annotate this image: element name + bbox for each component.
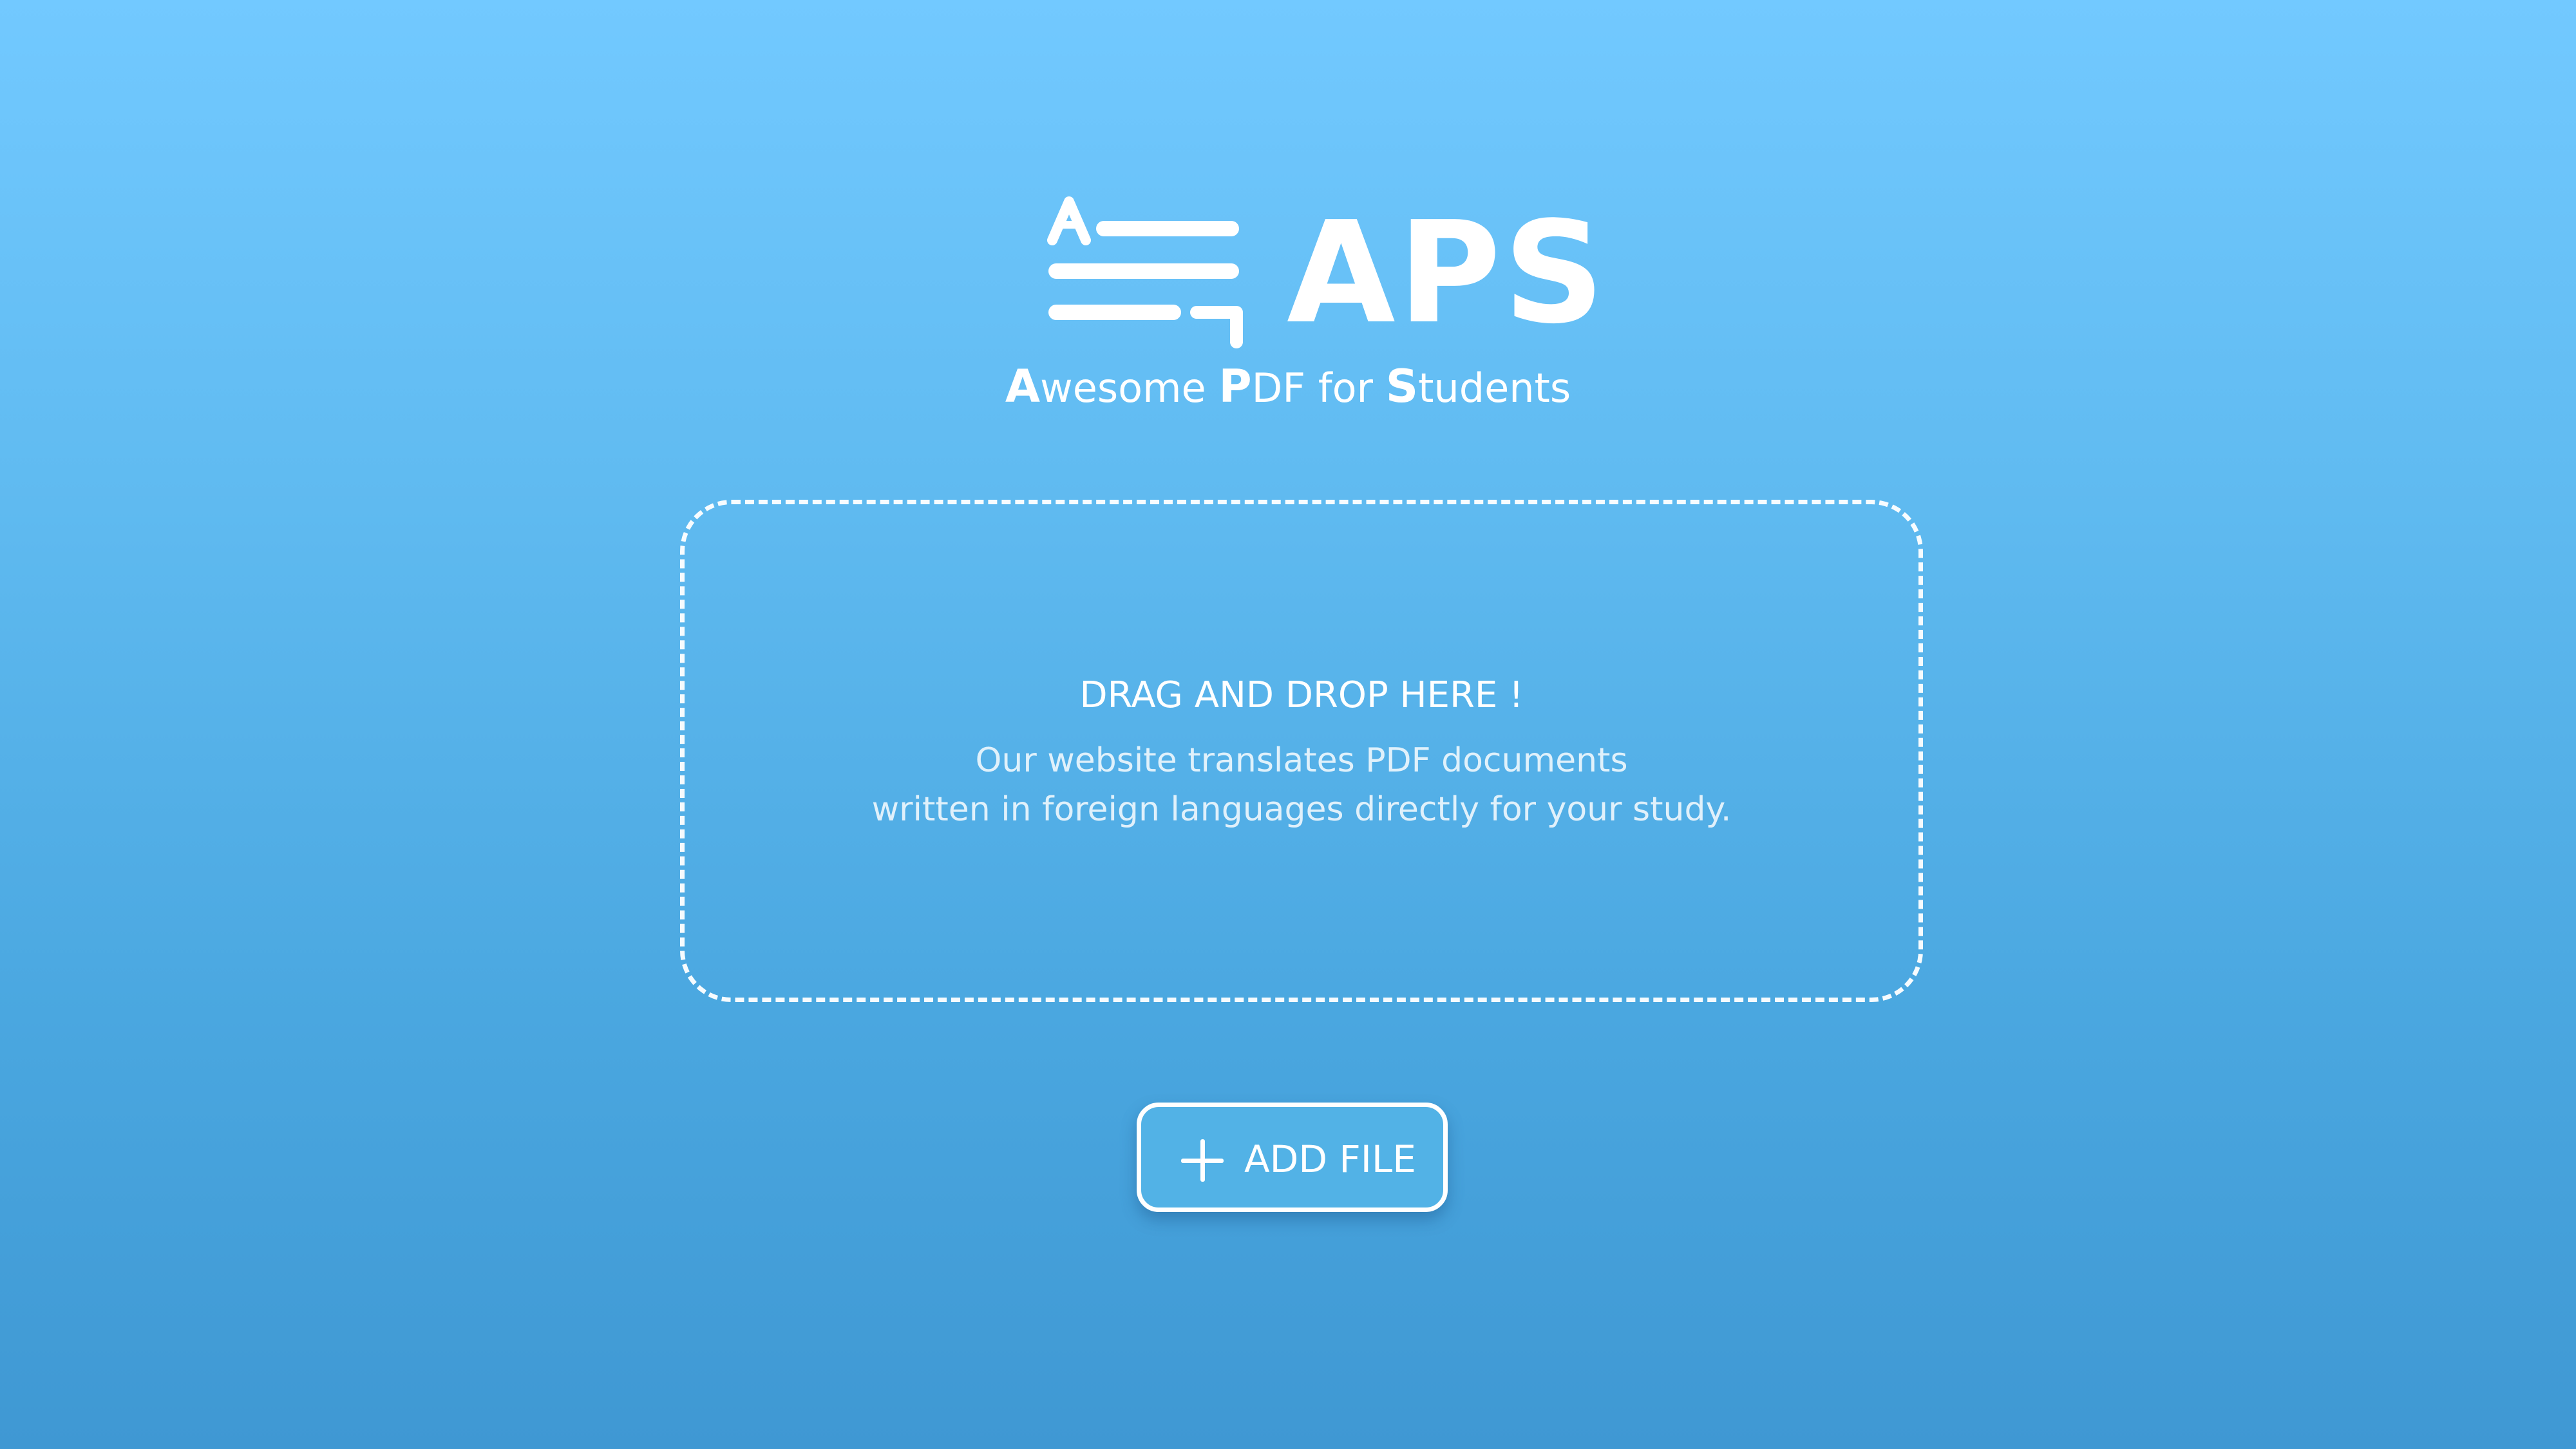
tagline-initial: A xyxy=(1005,360,1040,413)
tagline-word: wesome xyxy=(1040,365,1219,412)
plus-icon xyxy=(1181,1139,1224,1182)
tagline-initial: P xyxy=(1218,360,1252,413)
file-drop-zone[interactable]: DRAG AND DROP HERE ! Our website transla… xyxy=(680,500,1923,1002)
drop-zone-description: Our website translates PDF documents wri… xyxy=(685,736,1918,834)
tagline-word: tudents xyxy=(1418,365,1571,412)
drop-zone-title: DRAG AND DROP HERE ! xyxy=(1079,674,1524,716)
app-name: APS xyxy=(1287,192,1607,355)
app-logo: APS xyxy=(1043,196,1605,351)
tagline-word: DF for xyxy=(1251,365,1386,412)
translate-lines-icon xyxy=(1047,196,1243,348)
app-tagline: Awesome PDF for Students xyxy=(0,361,2576,414)
add-file-label: ADD FILE xyxy=(1244,1137,1416,1181)
landing-page: APS Awesome PDF for Students DRAG AND DR… xyxy=(0,0,2576,1449)
add-file-button[interactable]: ADD FILE xyxy=(1137,1103,1448,1212)
drop-zone-description-line: Our website translates PDF documents xyxy=(975,741,1628,780)
tagline-initial: S xyxy=(1385,360,1419,413)
drop-zone-description-line: written in foreign languages directly fo… xyxy=(871,790,1732,829)
